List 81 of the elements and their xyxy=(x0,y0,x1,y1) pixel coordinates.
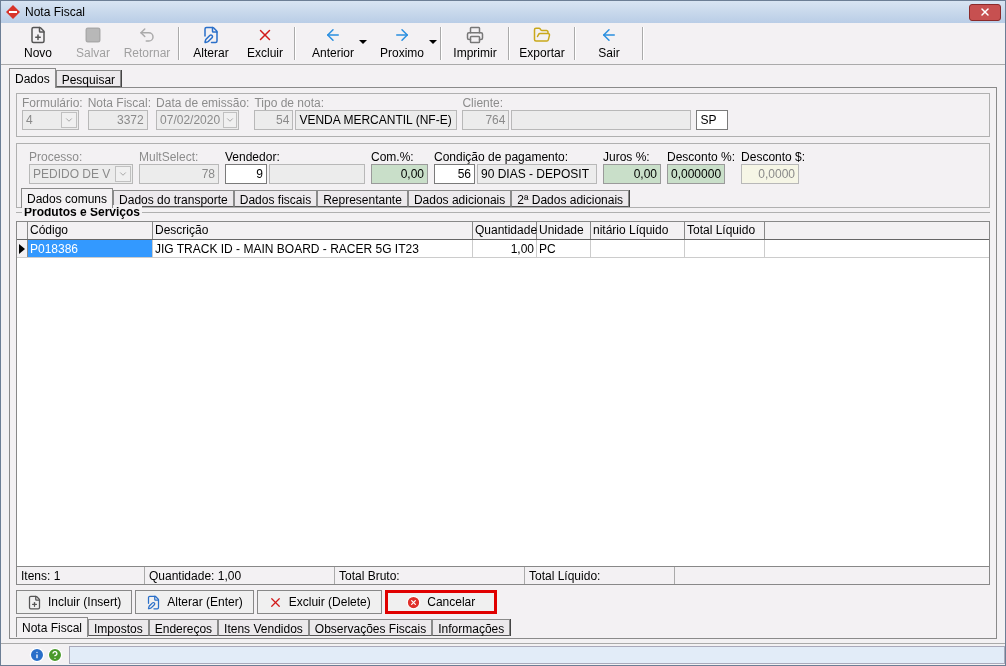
field-label: Cliente: xyxy=(462,96,505,110)
summary-text: Quantidade: 1,00 xyxy=(149,567,242,585)
app-logo-icon xyxy=(5,4,21,20)
action-button[interactable]: Incluir (Insert) xyxy=(16,590,133,614)
field-label: Desconto $: xyxy=(741,150,806,164)
summary-text: Total Líquido: xyxy=(529,567,601,585)
edit-icon xyxy=(146,594,162,610)
table-cell-text: JIG TRACK ID - MAIN BOARD - RACER 5G IT23 xyxy=(154,240,420,258)
square-icon xyxy=(84,25,102,44)
summary-text: Itens: 1 xyxy=(21,567,61,585)
caret-icon xyxy=(225,115,236,125)
edit-icon xyxy=(202,25,220,44)
field-label: Processo: xyxy=(29,150,84,164)
field-label: MultSelect: xyxy=(139,150,200,164)
action-button[interactable]: Excluir (Delete) xyxy=(256,590,382,614)
action-button[interactable]: Alterar (Enter) xyxy=(135,590,254,614)
page-icon xyxy=(27,594,42,610)
table-cell-text: P018386 xyxy=(29,240,80,258)
input-field[interactable] xyxy=(269,164,365,184)
tab[interactable]: Dados xyxy=(9,68,56,88)
table-cell-text: 1,00 xyxy=(509,240,535,258)
tab[interactable]: Dados comuns xyxy=(21,188,114,208)
field-label: Nota Fiscal: xyxy=(87,96,152,110)
toolbar-button[interactable]: Imprimir xyxy=(445,23,505,64)
input-field[interactable]: 0,00 xyxy=(603,164,661,184)
window-title: Nota Fiscal xyxy=(25,4,87,21)
tab[interactable]: Dados fiscais xyxy=(233,190,318,207)
input-field[interactable]: 90 DIAS - DEPOSIT xyxy=(477,164,597,184)
tab[interactable]: 2ª Dados adicionais xyxy=(511,190,630,207)
input-field[interactable]: SP xyxy=(696,110,729,130)
folder-icon xyxy=(533,25,551,44)
column-header[interactable]: Unidade xyxy=(537,222,591,239)
column-header[interactable]: Total Líquido xyxy=(685,222,765,239)
field-label: Data de emissão: xyxy=(156,96,250,110)
tab[interactable]: Itens Vendidos xyxy=(218,619,309,636)
field-label: Formulário: xyxy=(22,96,83,110)
toolbar-button[interactable]: Exportar xyxy=(513,23,571,64)
table-cell-text: PC xyxy=(538,240,557,258)
toolbar-button[interactable]: Proximo xyxy=(367,23,437,64)
field-label: Tipo de nota: xyxy=(254,96,326,110)
toolbar-button[interactable]: Sair xyxy=(579,23,639,64)
action-button[interactable]: Cancelar xyxy=(384,590,497,614)
undo-icon xyxy=(138,25,156,44)
info-icon[interactable] xyxy=(29,646,45,663)
tab[interactable]: Pesquisar xyxy=(55,70,122,87)
dropdown-arrow-icon xyxy=(359,40,367,44)
dropdown-arrow-icon xyxy=(429,40,437,44)
input-field[interactable]: 9 xyxy=(225,164,267,184)
caret-icon xyxy=(64,115,74,125)
input-field[interactable]: 0,00 xyxy=(371,164,428,184)
field-label: Juros %: xyxy=(603,150,651,164)
printer-icon xyxy=(466,25,484,44)
summary-text: Total Bruto: xyxy=(339,567,400,585)
input-field[interactable]: 56 xyxy=(434,164,475,184)
field-label: Condição de pagamento: xyxy=(434,150,570,164)
tab[interactable]: Observações Fiscais xyxy=(308,619,433,636)
toolbar-button[interactable]: Alterar xyxy=(183,23,239,64)
toolbar-button[interactable]: Anterior xyxy=(299,23,367,64)
tab[interactable]: Informações xyxy=(432,619,511,636)
toolbar-button[interactable]: Novo xyxy=(9,23,67,64)
tab[interactable]: Nota Fiscal xyxy=(16,617,89,637)
column-header[interactable]: Descrição xyxy=(153,222,473,239)
tab[interactable]: Representante xyxy=(317,190,408,207)
page-icon xyxy=(29,25,47,44)
column-header[interactable]: Quantidade xyxy=(473,222,537,239)
cancel-icon xyxy=(406,594,422,610)
tab[interactable]: Endereços xyxy=(148,619,219,636)
close-button[interactable] xyxy=(969,3,1001,21)
tab[interactable]: Dados do transporte xyxy=(113,190,234,207)
input-field[interactable]: 0,000000 xyxy=(667,164,725,184)
caret-icon xyxy=(118,169,128,179)
column-header[interactable]: nitário Líquido xyxy=(591,222,685,239)
field-label: Vendedor: xyxy=(225,150,281,164)
tab[interactable]: Impostos xyxy=(88,619,149,636)
field-label: Com.%: xyxy=(371,150,415,164)
toolbar-button[interactable]: Excluir xyxy=(239,23,291,64)
help-icon[interactable] xyxy=(47,646,63,663)
tab[interactable]: Dados adicionais xyxy=(407,190,512,207)
close-icon xyxy=(979,6,991,18)
column-header[interactable]: Código xyxy=(28,222,153,239)
field-label: Desconto %: xyxy=(667,150,736,164)
